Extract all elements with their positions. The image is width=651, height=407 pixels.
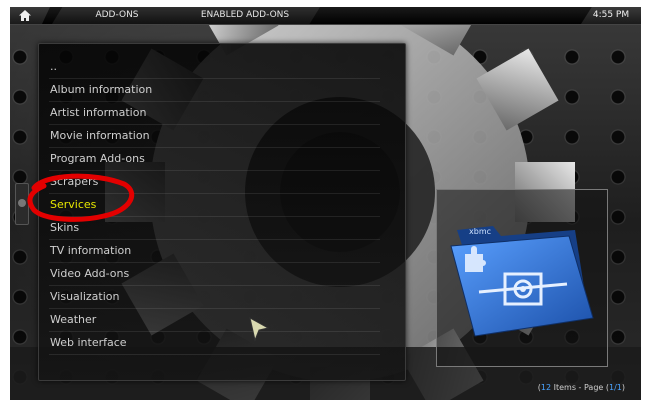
page-number: 1/1	[609, 383, 622, 392]
list-item-tv-information[interactable]: TV information	[49, 240, 380, 263]
close-paren: )	[621, 383, 625, 392]
list-item-label: Album information	[50, 83, 153, 96]
clock-time: 4:55 PM	[592, 10, 630, 20]
home-button[interactable]	[10, 7, 50, 24]
addon-thumbnail-frame: xbmc	[436, 189, 608, 367]
kodi-window: ADD-ONS ENABLED ADD-ONS 4:55 PM .. Album…	[10, 7, 641, 400]
list-item-program-add-ons[interactable]: Program Add-ons	[49, 148, 380, 171]
list-item-label: Visualization	[50, 290, 120, 303]
list-item-visualization[interactable]: Visualization	[49, 286, 380, 309]
list-item-artist-information[interactable]: Artist information	[49, 102, 380, 125]
item-count: 12	[540, 383, 552, 392]
items-label: Items - Page (	[551, 383, 609, 392]
list-item-label: Web interface	[50, 336, 127, 349]
breadcrumb-enabled-add-ons[interactable]: ENABLED ADD-ONS	[170, 7, 320, 24]
list-item-web-interface[interactable]: Web interface	[49, 332, 380, 355]
items-page-indicator: (12 Items - Page (1/1)	[537, 383, 625, 392]
list-item-label: ..	[50, 60, 57, 73]
mouse-pointer-icon	[249, 317, 270, 342]
breadcrumb-label: ADD-ONS	[95, 10, 139, 20]
add-on-folder-icon: xbmc	[450, 226, 594, 337]
list-item-label: TV information	[50, 244, 132, 257]
list-item-video-add-ons[interactable]: Video Add-ons	[49, 263, 380, 286]
list-item-weather[interactable]: Weather	[49, 309, 380, 332]
clock-area: 4:55 PM	[581, 7, 641, 24]
breadcrumb-label: ENABLED ADD-ONS	[200, 10, 290, 20]
red-circle-annotation	[27, 173, 135, 222]
list-item-label: Weather	[50, 313, 97, 326]
list-item-label: Video Add-ons	[50, 267, 130, 280]
list-item-label: Program Add-ons	[50, 152, 145, 165]
list-item-label: Artist information	[50, 106, 147, 119]
breadcrumb-add-ons[interactable]: ADD-ONS	[52, 7, 182, 24]
list-item-album-information[interactable]: Album information	[49, 79, 380, 102]
home-icon	[18, 9, 32, 22]
folder-tab-label: xbmc	[469, 227, 491, 236]
list-item-parent[interactable]: ..	[49, 56, 380, 79]
list-item-label: Movie information	[50, 129, 150, 142]
list-item-movie-information[interactable]: Movie information	[49, 125, 380, 148]
top-bar: ADD-ONS ENABLED ADD-ONS 4:55 PM	[10, 7, 641, 25]
